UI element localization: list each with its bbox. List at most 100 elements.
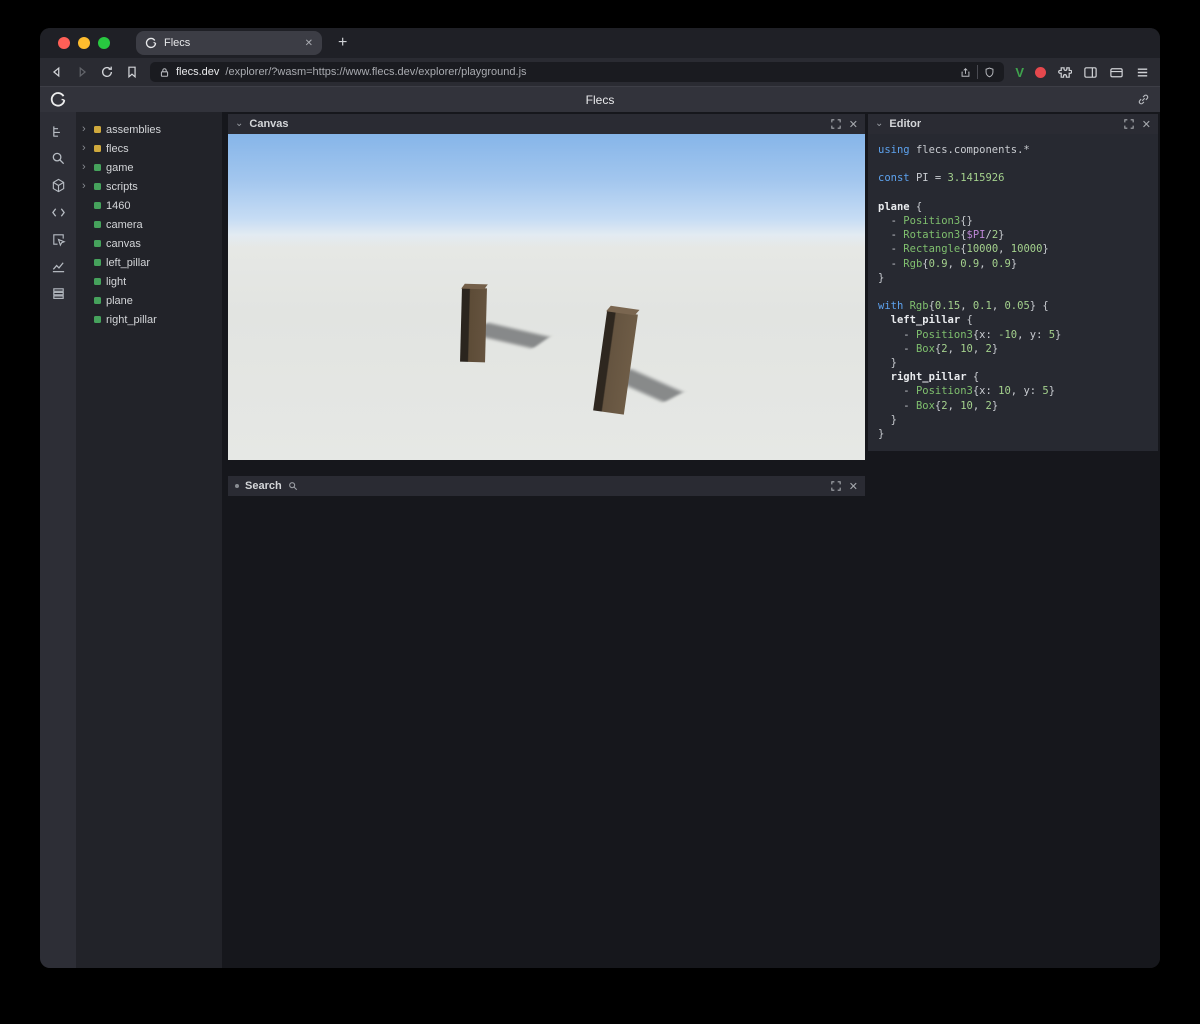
minimize-window-button[interactable] [78,37,90,49]
expand-arrow-icon[interactable]: › [82,181,89,192]
close-panel-icon[interactable]: ✕ [1142,118,1151,131]
canvas-3d-viewport[interactable] [228,134,865,460]
code-line: const PI = 3.1415926 [878,172,1005,185]
expand-arrow-icon[interactable]: › [82,124,89,135]
browser-tab[interactable]: Flecs ✕ [136,31,322,55]
tree-item-game[interactable]: › game [76,158,222,177]
brave-shield-icon[interactable] [984,67,995,78]
entity-tree: › assemblies › flecs › game › scripts 1460 camera… [76,112,222,968]
expand-arrow-icon[interactable]: › [82,162,89,173]
code-line: - Position3{x: -10, y: 5} [878,328,1062,341]
code-line: - Rectangle{10000, 10000} [878,243,1049,256]
close-window-button[interactable] [58,37,70,49]
link-icon[interactable] [1137,93,1150,106]
tree-item-label: camera [106,218,143,231]
chart-icon[interactable] [47,257,69,275]
tree-item-label: assemblies [106,123,162,136]
tree-item-light[interactable]: light [76,272,222,291]
entity-dot-icon [94,164,101,171]
sidebar-panel-icon[interactable] [1083,65,1098,80]
entity-dot-icon [94,202,101,209]
editor-panel: ⌄ Editor ✕ using flecs.components.* cons… [868,114,1158,452]
browser-window: Flecs ✕ + flecs.dev/explorer/?wasm=https… [40,28,1160,968]
app-title: Flecs [585,92,615,107]
tree-item-1460[interactable]: 1460 [76,196,222,215]
rows-icon[interactable] [47,284,69,302]
chevron-down-icon[interactable]: ⌄ [235,119,243,129]
tree-item-flecs[interactable]: › flecs [76,139,222,158]
close-panel-icon[interactable]: ✕ [849,480,858,493]
wallet-icon[interactable] [1109,65,1124,80]
zoom-window-button[interactable] [98,37,110,49]
close-panel-icon[interactable]: ✕ [849,118,858,131]
entity-dot-icon [94,183,101,190]
code-line: } [878,413,897,426]
tree-item-label: right_pillar [106,313,157,326]
inspector-icon[interactable] [47,230,69,248]
left-pillar-object [460,287,487,363]
tree-item-label: 1460 [106,199,131,212]
share-icon[interactable] [960,67,971,78]
entity-dot-icon [94,145,101,152]
canvas-panel: ⌄ Canvas ✕ [228,114,865,460]
address-bar: flecs.dev/explorer/?wasm=https://www.fle… [40,58,1160,86]
expand-panel-icon[interactable] [829,479,843,493]
expand-panel-icon[interactable] [829,117,843,131]
icon-rail [40,112,76,968]
code-line: - Box{2, 10, 2} [878,342,999,355]
cube-icon[interactable] [47,176,69,194]
code-line: left_pillar { [890,314,973,327]
tab-close-icon[interactable]: ✕ [305,38,313,49]
flecs-logo-icon [50,91,66,108]
entity-dot-icon [94,240,101,247]
reload-button[interactable] [100,65,114,79]
code-icon[interactable] [47,203,69,221]
code-line: } [878,428,885,441]
chevron-down-icon[interactable]: ⌄ [875,119,883,129]
forward-button[interactable] [75,65,89,79]
vimium-extension-icon[interactable]: V [1015,65,1024,80]
expand-arrow-icon[interactable]: › [82,143,89,154]
tree-item-right_pillar[interactable]: right_pillar [76,310,222,329]
back-button[interactable] [50,65,64,79]
expand-panel-icon[interactable] [1122,117,1136,131]
editor-code[interactable]: using flecs.components.* const PI = 3.14… [868,134,1158,452]
entity-dot-icon [94,297,101,304]
collapsed-dot-icon[interactable] [235,484,239,488]
search-panel-title: Search [245,480,282,492]
red-extension-icon[interactable] [1035,66,1046,78]
entity-dot-icon [94,316,101,323]
tree-icon[interactable] [47,122,69,140]
code-line: right_pillar { [890,371,980,384]
tree-item-camera[interactable]: camera [76,215,222,234]
tree-item-label: canvas [106,237,141,250]
code-line: with Rgb{0.15, 0.1, 0.05} { [878,300,1049,313]
bookmark-icon[interactable] [125,65,139,79]
tree-item-canvas[interactable]: canvas [76,234,222,253]
tree-item-scripts[interactable]: › scripts [76,177,222,196]
search-panel: Search ✕ [228,476,865,496]
search-panel-header: Search ✕ [228,476,865,496]
new-tab-button[interactable]: + [338,35,347,51]
tree-item-assemblies[interactable]: › assemblies [76,120,222,139]
tree-item-label: game [106,161,134,174]
code-line: - Box{2, 10, 2} [878,399,999,412]
code-line: - Position3{} [878,215,973,228]
lock-icon [160,67,169,77]
url-field[interactable]: flecs.dev/explorer/?wasm=https://www.fle… [150,62,1005,82]
menu-hamburger-icon[interactable] [1135,65,1150,80]
extensions-puzzle-icon[interactable] [1057,65,1072,80]
code-line: - Rgb{0.9, 0.9, 0.9} [878,257,1018,270]
tree-item-label: light [106,275,127,288]
tab-bar: Flecs ✕ + [40,28,1160,58]
right-pillar-object [593,310,638,415]
code-line: - Position3{x: 10, y: 5} [878,385,1056,398]
tree-item-plane[interactable]: plane [76,291,222,310]
canvas-panel-header: ⌄ Canvas ✕ [228,114,865,134]
url-path: /explorer/?wasm=https://www.flecs.dev/ex… [225,66,527,78]
search-icon[interactable] [47,149,69,167]
tree-item-left_pillar[interactable]: left_pillar [76,253,222,272]
